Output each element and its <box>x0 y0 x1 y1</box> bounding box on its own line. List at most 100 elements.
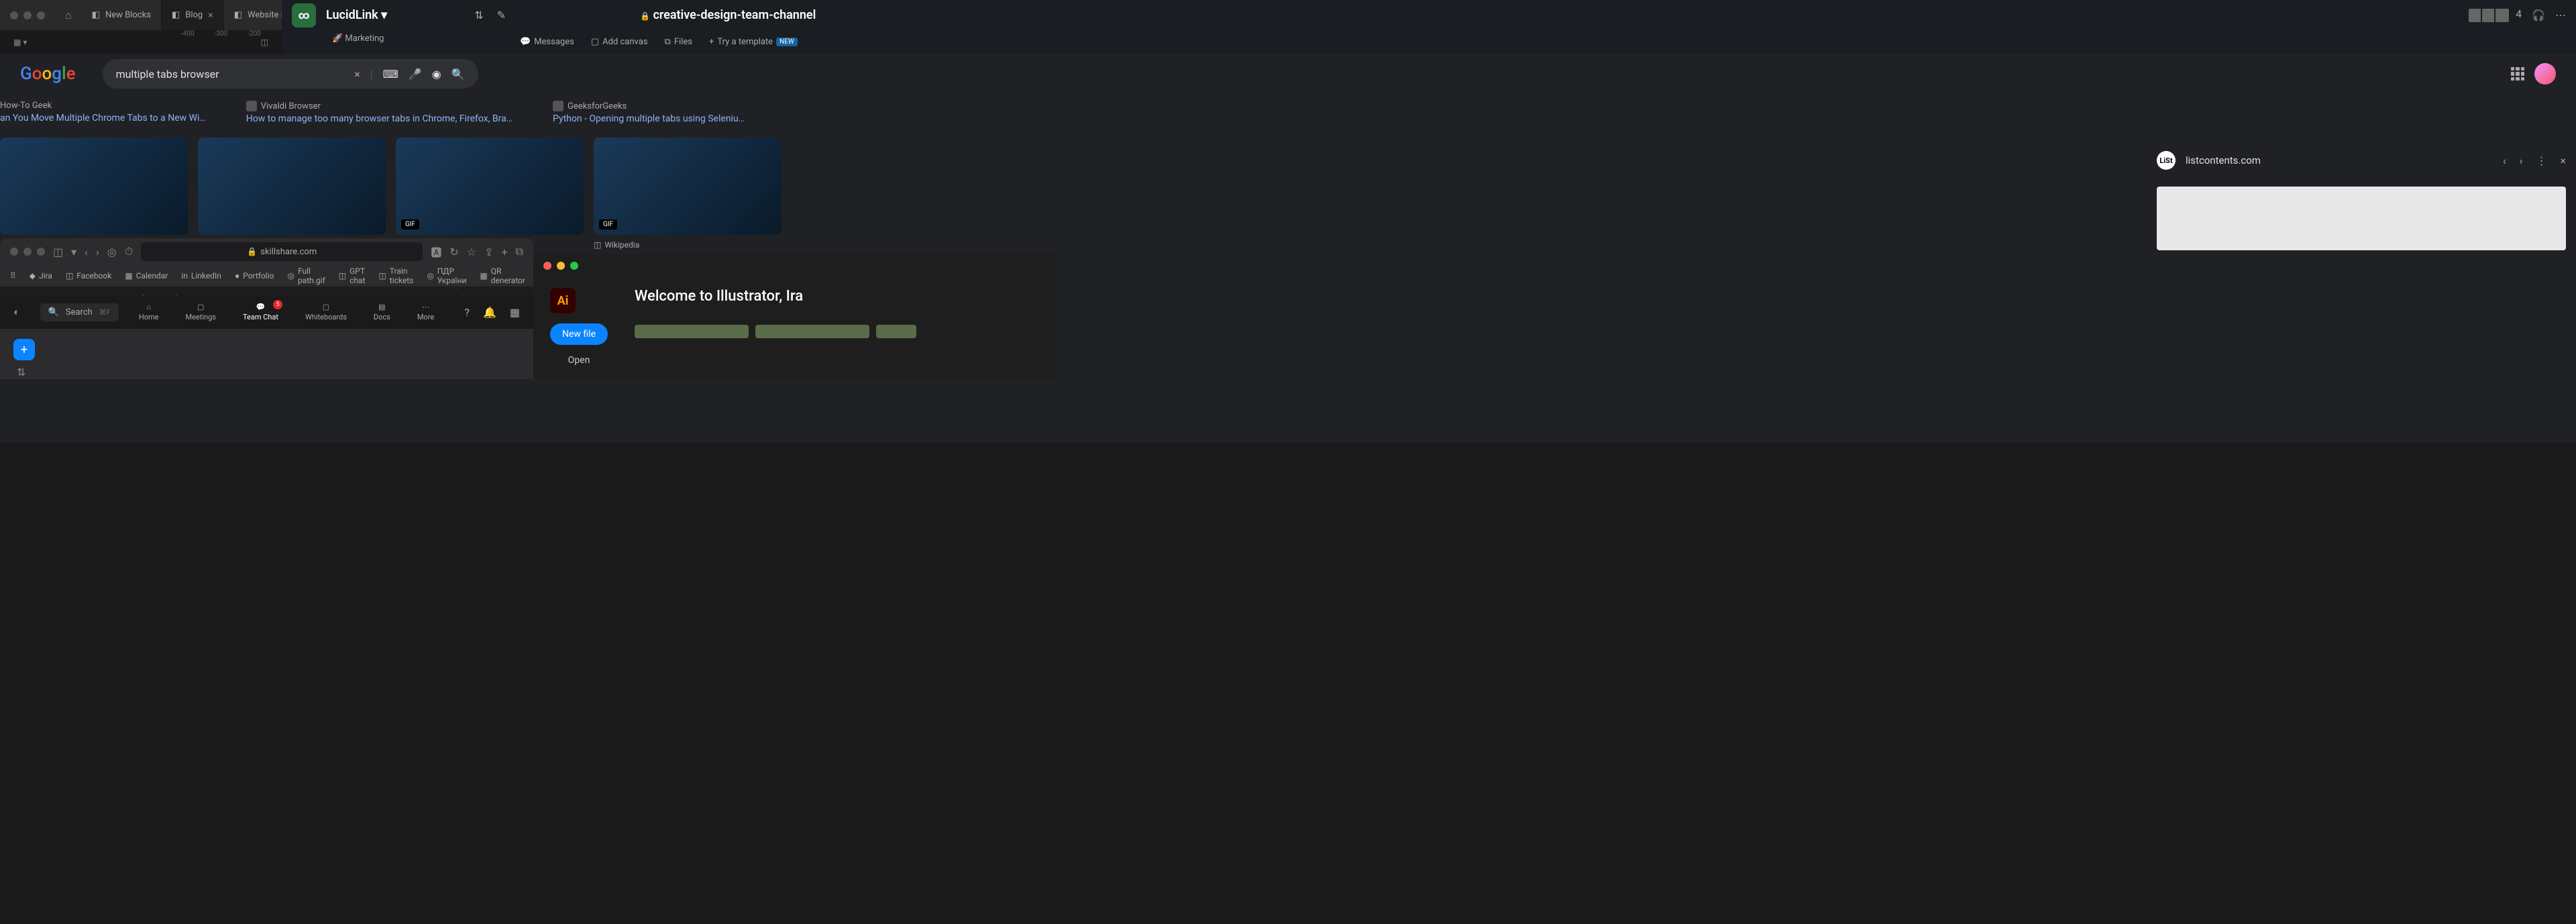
url-bar[interactable]: skillshare.com <box>141 242 423 261</box>
tab-blog[interactable]: ◧ Blog × <box>162 0 224 30</box>
new-tab-icon[interactable]: + <box>501 246 507 258</box>
image-result[interactable]: GIF <box>396 138 584 235</box>
clear-icon[interactable]: × <box>354 68 360 81</box>
sidebar-icon[interactable]: ◫ <box>53 246 63 258</box>
filter-icon[interactable]: ⇅ <box>474 9 483 21</box>
zoom-search[interactable]: 🔍 Search ⌘F <box>40 303 119 321</box>
maximize-window[interactable] <box>570 262 578 270</box>
more-icon[interactable]: ⋮ <box>2536 154 2546 167</box>
side-panel-preview[interactable] <box>2157 187 2566 250</box>
chat-icon: 💬 <box>256 303 266 311</box>
open-button[interactable]: Open <box>550 355 608 366</box>
sidebar-toggle-icon[interactable]: ◫ <box>261 38 268 47</box>
image-result[interactable] <box>0 138 188 235</box>
thumbnail[interactable] <box>635 325 749 338</box>
image-result[interactable]: GIF <box>594 138 782 235</box>
nav-meetings[interactable]: ▢Meetings <box>186 303 216 321</box>
dropdown-icon[interactable]: ▾ <box>71 246 76 258</box>
result-title: an You Move Multiple Chrome Tabs to a Ne… <box>0 113 206 123</box>
thumbnail[interactable] <box>876 325 916 338</box>
help-icon[interactable]: ? <box>464 306 470 319</box>
bookmark-qr[interactable]: ▦ QR denerator <box>480 266 525 285</box>
minimize-window[interactable] <box>23 11 32 19</box>
compose-icon[interactable]: ✎ <box>497 9 506 21</box>
bookmark-jira[interactable]: ◆ Jira <box>30 271 52 280</box>
channel-name[interactable]: creative-design-team-channel <box>640 8 816 22</box>
calendar-icon[interactable]: ▦ <box>510 306 520 319</box>
history-icon[interactable]: ⏱ <box>125 245 133 258</box>
nav-docs[interactable]: ▤Docs <box>374 303 390 321</box>
page-menu-icon[interactable]: ▦ ▾ <box>13 38 27 47</box>
new-button[interactable]: + <box>13 339 35 360</box>
result-item[interactable]: GeeksforGeeks Python - Opening multiple … <box>553 101 745 124</box>
home-button[interactable]: ⌂ <box>55 9 82 22</box>
close-tab-icon[interactable]: × <box>208 10 213 21</box>
thumbnail[interactable] <box>755 325 869 338</box>
add-canvas-button[interactable]: ▢ Add canvas <box>591 37 648 47</box>
nav-more[interactable]: ⋯More <box>417 303 434 321</box>
messages-tab[interactable]: 💬 Messages <box>520 37 574 47</box>
image-result[interactable] <box>198 138 386 235</box>
ruler: -400 -300 -200 <box>181 30 282 38</box>
maximize-window[interactable] <box>37 11 45 19</box>
back-icon[interactable]: ‹ <box>85 246 88 258</box>
bookmark-train[interactable]: ◫ Train tickets <box>378 266 413 285</box>
forward-icon[interactable]: › <box>96 246 99 258</box>
minimize-window[interactable] <box>23 248 32 256</box>
nav-team-chat[interactable]: 💬5Team Chat <box>243 303 278 321</box>
bookmark-facebook[interactable]: ◫ Facebook <box>66 271 111 280</box>
headphones-icon[interactable]: 🎧 <box>2532 9 2545 21</box>
bookmark-icon[interactable]: ☆ <box>467 246 476 258</box>
apps-icon[interactable]: ⠿ <box>10 271 16 280</box>
close-window[interactable] <box>10 248 18 256</box>
tab-new-blocks[interactable]: ◧ New Blocks <box>82 0 162 30</box>
close-window[interactable] <box>543 262 551 270</box>
search-box[interactable]: × | ⌨ 🎤 ◉ 🔍 <box>103 59 478 89</box>
tabs-icon[interactable]: ⧉ <box>516 245 523 258</box>
nav-whiteboards[interactable]: ▢Whiteboards <box>305 303 347 321</box>
more-icon[interactable]: ⋯ <box>2555 9 2566 21</box>
close-icon[interactable]: × <box>2560 154 2566 167</box>
maximize-window[interactable] <box>37 248 45 256</box>
bookmark-fullpath[interactable]: ◎ Full path.gif <box>287 266 325 285</box>
translate-icon[interactable]: 🅰 <box>431 244 441 260</box>
bookmark-gpt[interactable]: ◫ GPT chat <box>339 266 366 285</box>
channel-section[interactable]: 🚀 Marketing <box>332 34 384 44</box>
shield-icon[interactable]: ◎ <box>107 246 117 258</box>
filter-icon[interactable]: ⇅ <box>17 366 25 378</box>
next-icon[interactable]: › <box>2520 154 2523 167</box>
reload-icon[interactable]: ↻ <box>449 246 458 258</box>
zoom-logo-icon[interactable]: ◐ <box>13 305 20 319</box>
result-item[interactable]: How-To Geek an You Move Multiple Chrome … <box>0 101 206 124</box>
url-text: skillshare.com <box>260 247 317 257</box>
voice-search-icon[interactable]: 🎤 <box>409 68 422 81</box>
google-logo[interactable]: Google <box>20 64 76 84</box>
apps-icon[interactable] <box>2511 67 2524 81</box>
try-template-button[interactable]: + Try a template NEW <box>709 37 798 47</box>
result-item[interactable]: Vivaldi Browser How to manage too many b… <box>246 101 513 124</box>
search-input[interactable] <box>116 68 355 81</box>
side-panel-title[interactable]: listcontents.com <box>2186 154 2493 166</box>
keyboard-icon[interactable]: ⌨ <box>383 68 398 81</box>
workspace-icon[interactable]: ∞ <box>292 3 316 28</box>
gif-badge: GIF <box>401 219 419 229</box>
bookmark-pdr[interactable]: ◎ ПДР України <box>427 266 466 285</box>
tab-label: New Blocks <box>105 10 151 20</box>
workspace-name[interactable]: LucidLink ▾ <box>326 8 387 22</box>
bookmark-portfolio[interactable]: ● Portfolio <box>235 271 274 280</box>
search-icon[interactable]: 🔍 <box>451 68 465 81</box>
prev-icon[interactable]: ‹ <box>2503 154 2506 167</box>
bell-icon[interactable]: 🔔 <box>483 306 496 319</box>
minimize-window[interactable] <box>557 262 565 270</box>
close-window[interactable] <box>10 11 18 19</box>
new-file-button[interactable]: New file <box>550 323 608 345</box>
illustrator-window: Ai New file Open Welcome to Illustrator,… <box>533 254 1057 378</box>
nav-home[interactable]: ⌂Home <box>139 303 159 321</box>
files-tab[interactable]: ⧉ Files <box>665 37 692 47</box>
share-icon[interactable]: ⇪ <box>484 246 493 258</box>
profile-avatar[interactable] <box>2534 63 2556 85</box>
bookmark-linkedin[interactable]: in LinkedIn <box>181 271 221 280</box>
lens-icon[interactable]: ◉ <box>432 68 441 81</box>
member-avatars[interactable]: 4 <box>2470 7 2522 23</box>
bookmark-calendar[interactable]: ▦ Calendar <box>125 271 168 280</box>
